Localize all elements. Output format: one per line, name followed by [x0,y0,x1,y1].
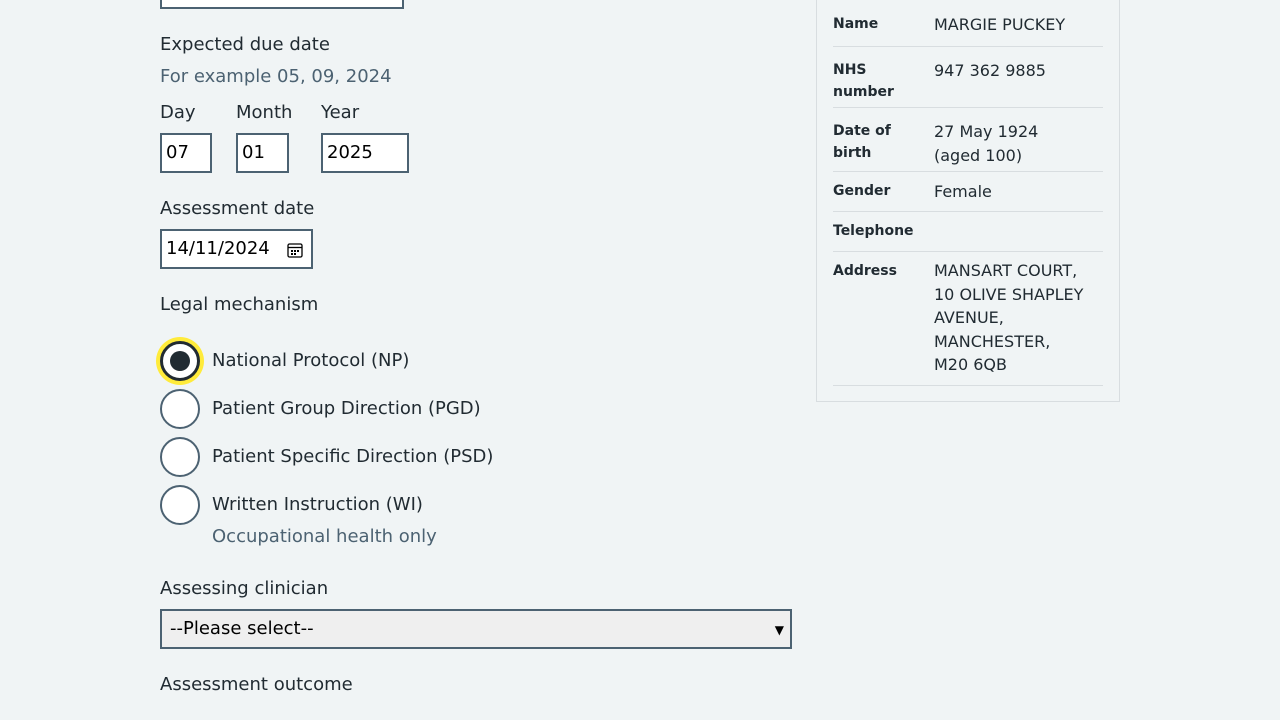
radio-label-written-instruction[interactable]: Written Instruction (WI) [212,494,423,515]
assessment-date-input[interactable]: 14/11/2024 [160,229,313,269]
month-label: Month [236,102,293,123]
assessing-clinician-select[interactable]: --Please select-- ▼ [160,609,792,649]
patient-row-gender: Gender Female [833,172,1103,212]
patient-details-panel: Name MARGIE PUCKEY NHS number 947 362 98… [816,0,1120,402]
address-value: MANSART COURT, 10 OLIVE SHAPLEY AVENUE, … [934,261,1084,374]
radio-label-patient-group-direction[interactable]: Patient Group Direction (PGD) [212,398,481,419]
day-input[interactable]: 07 [160,133,212,173]
day-label: Day [160,102,196,123]
nhs-key: NHS number [833,62,894,100]
name-key: Name [833,16,879,32]
patient-row-name: Name MARGIE PUCKEY [833,1,1103,47]
name-value: MARGIE PUCKEY [934,15,1066,34]
radio-label-national-protocol[interactable]: National Protocol (NP) [212,350,409,371]
chevron-down-icon: ▼ [774,623,784,637]
radio-patient-group-direction[interactable] [160,389,200,429]
radio-label-patient-specific-direction[interactable]: Patient Specific Direction (PSD) [212,446,493,467]
patient-row-telephone: Telephone [833,212,1103,252]
month-input[interactable]: 01 [236,133,289,173]
gender-value: Female [934,182,992,201]
radio-checked-dot [170,351,190,371]
select-value: --Please select-- [170,618,314,639]
year-label: Year [321,102,360,123]
nhs-value: 947 362 9885 [934,61,1046,80]
previous-input-field[interactable] [160,0,404,9]
assessment-date-value: 14/11/2024 [166,238,270,259]
assessing-clinician-label: Assessing clinician [160,578,329,599]
dob-key: Date of birth [833,123,891,161]
gender-key: Gender [833,183,891,199]
radio-national-protocol[interactable] [160,341,200,381]
patient-row-address: Address MANSART COURT, 10 OLIVE SHAPLEY … [833,252,1103,386]
dob-value: 27 May 1924 (aged 100) [934,122,1039,165]
legal-mechanism-label: Legal mechanism [160,294,319,315]
radio-written-instruction[interactable] [160,485,200,525]
due-date-label: Expected due date [160,34,330,55]
patient-row-nhs: NHS number 947 362 9885 [833,47,1103,108]
radio-patient-specific-direction[interactable] [160,437,200,477]
patient-row-dob: Date of birth 27 May 1924 (aged 100) [833,108,1103,172]
written-instruction-hint: Occupational health only [212,526,437,547]
calendar-icon[interactable] [287,242,303,258]
year-input[interactable]: 2025 [321,133,409,173]
address-key: Address [833,263,897,279]
due-date-hint: For example 05, 09, 2024 [160,66,392,87]
telephone-key: Telephone [833,223,914,239]
assessment-outcome-label: Assessment outcome [160,674,353,695]
assessment-date-label: Assessment date [160,198,315,219]
